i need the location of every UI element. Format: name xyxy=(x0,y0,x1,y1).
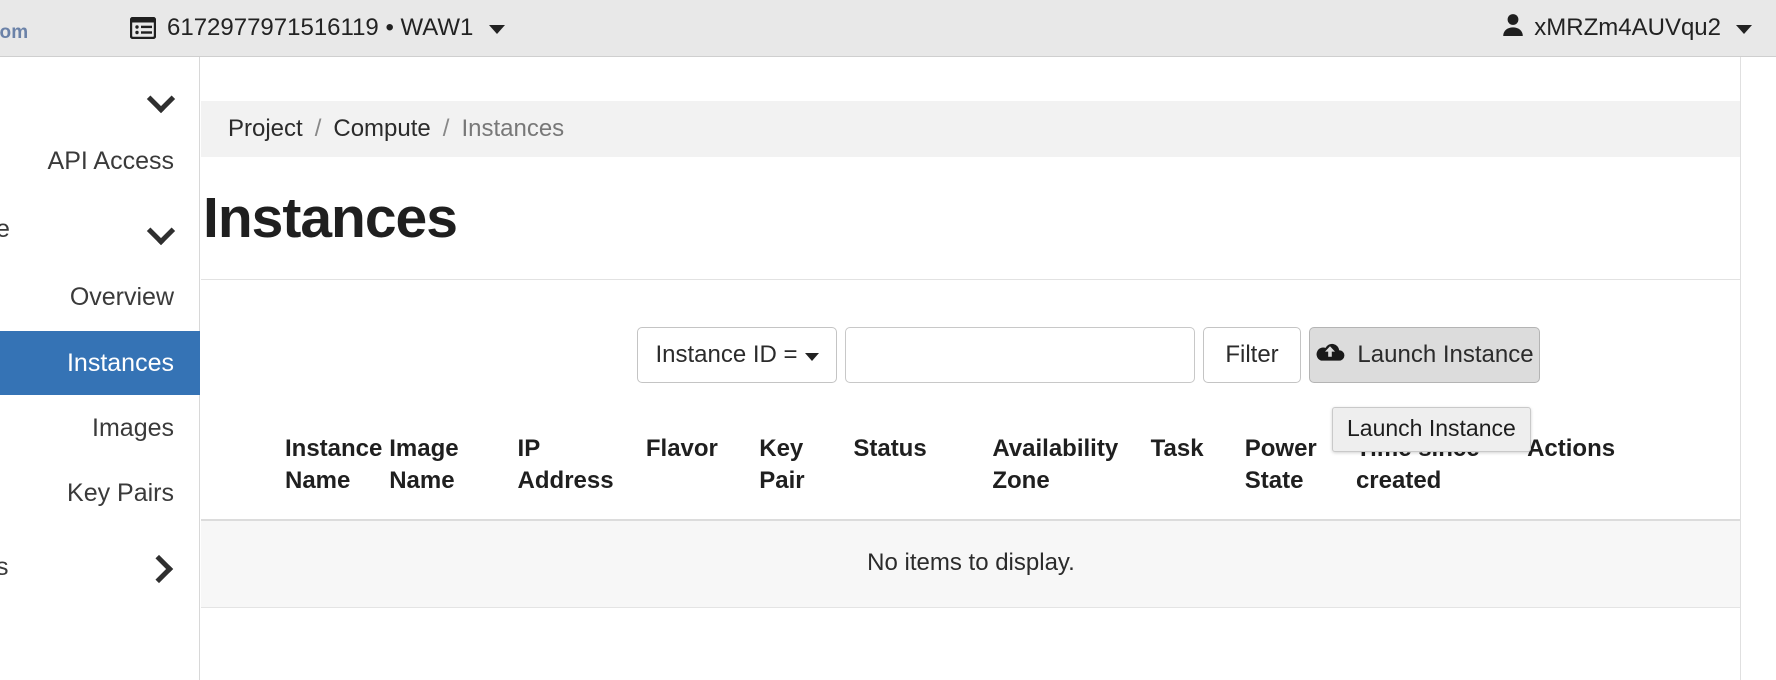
table-toolbar: Instance ID = Filter Launch Instance xyxy=(201,327,1741,383)
launch-instance-label: Launch Instance xyxy=(1357,341,1534,368)
sidebar-item-label: Key Pairs xyxy=(67,478,174,507)
column-header-image-name[interactable]: Image Name xyxy=(389,415,518,521)
column-header-task[interactable]: Task xyxy=(1150,415,1245,521)
sidebar-group-collapsed-top[interactable] xyxy=(0,65,200,129)
filter-button[interactable]: Filter xyxy=(1203,327,1301,383)
user-menu[interactable]: xMRZm4AUVqu2 xyxy=(1502,0,1752,56)
filter-type-select[interactable]: Instance ID = xyxy=(637,327,837,383)
launch-instance-tooltip: Launch Instance xyxy=(1332,407,1531,452)
chevron-down-icon xyxy=(148,84,174,110)
project-switcher[interactable]: 6172977971516119 • WAW1 xyxy=(130,0,506,56)
column-header-actions: Actions xyxy=(1527,415,1741,521)
sidebar: API Access e Overview Instances Images K… xyxy=(0,57,200,680)
empty-state-row: No items to display. xyxy=(201,519,1741,608)
sidebar-item-api-access[interactable]: API Access xyxy=(0,129,200,193)
sidebar-group-label: s xyxy=(0,552,9,581)
instances-table-body: No items to display. xyxy=(201,519,1741,608)
tooltip-text: Launch Instance xyxy=(1347,415,1516,441)
instances-page: lom 6172977971516119 • WAW1 xyxy=(0,0,1776,680)
breadcrumb-separator: / xyxy=(314,115,322,142)
column-header-availability-zone[interactable]: Availability Zone xyxy=(992,415,1151,521)
main-content: Project / Compute / Instances Instances … xyxy=(201,57,1776,680)
top-navbar: lom 6172977971516119 • WAW1 xyxy=(0,0,1776,57)
chevron-down-icon xyxy=(489,25,506,34)
list-grid-icon xyxy=(130,17,156,39)
breadcrumb-project[interactable]: Project xyxy=(228,115,303,143)
sidebar-item-label: API Access xyxy=(47,146,174,175)
sidebar-group-compute[interactable]: e xyxy=(0,197,200,261)
cloud-upload-icon xyxy=(1315,341,1345,370)
sidebar-item-instances[interactable]: Instances xyxy=(0,331,200,395)
username-label: xMRZm4AUVqu2 xyxy=(1534,14,1721,41)
page-title: Instances xyxy=(203,186,458,250)
caret-down-icon xyxy=(804,352,819,361)
sidebar-item-label: Images xyxy=(92,413,174,442)
column-header-flavor[interactable]: Flavor xyxy=(645,415,760,521)
title-divider xyxy=(201,279,1741,280)
breadcrumb-current: Instances xyxy=(461,115,565,142)
chevron-right-icon xyxy=(148,554,174,580)
sidebar-item-label: Overview xyxy=(69,282,174,311)
breadcrumb: Project / Compute / Instances xyxy=(201,101,1741,157)
column-header-status[interactable]: Status xyxy=(853,415,993,521)
chevron-down-icon xyxy=(148,216,174,242)
launch-instance-button[interactable]: Launch Instance xyxy=(1309,327,1540,383)
project-switcher-label: 6172977971516119 • WAW1 xyxy=(167,14,474,41)
user-icon xyxy=(1502,13,1524,44)
column-header-ip-address[interactable]: IP Address xyxy=(517,415,646,521)
filter-search-input[interactable] xyxy=(845,327,1195,383)
sidebar-item-label: Instances xyxy=(66,348,174,377)
breadcrumb-compute[interactable]: Compute xyxy=(333,115,430,143)
brand-logo-partial: lom xyxy=(0,22,29,43)
filter-type-label: Instance ID = xyxy=(655,341,798,368)
sidebar-group-label: e xyxy=(0,214,10,243)
sidebar-item-images[interactable]: Images xyxy=(0,396,200,460)
empty-state-message: No items to display. xyxy=(201,519,1741,608)
chevron-down-icon xyxy=(1736,25,1752,34)
sidebar-item-key-pairs[interactable]: Key Pairs xyxy=(0,461,200,525)
filter-button-label: Filter xyxy=(1225,341,1279,368)
breadcrumb-separator: / xyxy=(442,115,450,142)
sidebar-item-overview[interactable]: Overview xyxy=(0,265,200,329)
column-header-instance-name[interactable]: Instance Name xyxy=(201,415,390,521)
sidebar-group-collapsed-bottom[interactable]: s xyxy=(0,535,200,599)
column-header-key-pair[interactable]: Key Pair xyxy=(759,415,854,521)
